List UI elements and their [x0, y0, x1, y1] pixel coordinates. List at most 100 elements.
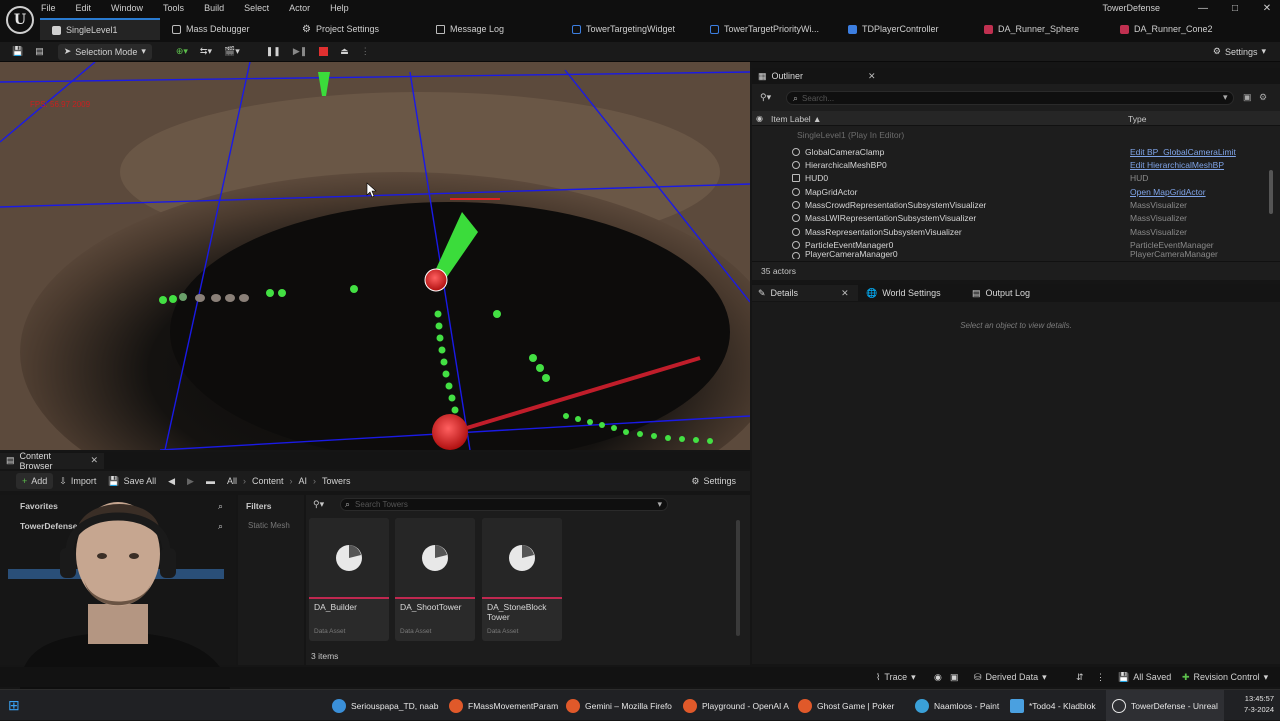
- database-icon: ⛁: [974, 671, 982, 682]
- step-icon[interactable]: ▶❚: [287, 44, 313, 60]
- menu-tools[interactable]: Tools: [160, 0, 187, 16]
- revision-control-button[interactable]: ✚ Revision Control ▾: [1176, 669, 1274, 685]
- outliner-root-row[interactable]: SingleLevel1 (Play In Editor): [752, 128, 1272, 141]
- menu-build[interactable]: Build: [201, 0, 227, 16]
- outliner-row[interactable]: HUD0 HUD: [752, 171, 1272, 184]
- taskbar-item[interactable]: *Todo4 - Kladblok: [1010, 690, 1096, 721]
- tab-da-runner-sphere[interactable]: DA_Runner_Sphere: [972, 18, 1108, 40]
- row-type-link[interactable]: Open MapGridActor: [1130, 187, 1206, 197]
- tab-tower-targeting-widget[interactable]: TowerTargetingWidget: [560, 18, 698, 40]
- level-viewport[interactable]: FPS: 56.97 2009: [0, 62, 750, 450]
- asset-scrollbar[interactable]: [736, 520, 740, 636]
- tab-td-player-controller[interactable]: TDPlayerController: [836, 18, 972, 40]
- asset-kind: Data Asset: [400, 628, 432, 635]
- menu-actor[interactable]: Actor: [286, 0, 313, 16]
- taskbar-item[interactable]: Ghost Game | Poker: [798, 690, 894, 721]
- taskbar-item[interactable]: Naamloos - Paint: [915, 690, 999, 721]
- menu-window[interactable]: Window: [108, 0, 146, 16]
- breadcrumb-towers[interactable]: Towers: [316, 473, 357, 489]
- add-actor-icon[interactable]: ⊕▾: [170, 44, 194, 60]
- asset-tile-da-shoottower[interactable]: DA_ShootTower Data Asset: [395, 518, 475, 641]
- trace-icon: ⌇: [876, 671, 881, 682]
- gear-icon[interactable]: ⚙: [1259, 92, 1267, 103]
- log-icon: [436, 24, 445, 34]
- stop-button[interactable]: [313, 44, 334, 60]
- outliner-row[interactable]: MassCrowdRepresentationSubsystemVisualiz…: [752, 198, 1272, 211]
- tab-singlelevel1[interactable]: SingleLevel1: [40, 18, 160, 40]
- outliner-row[interactable]: HierarchicalMeshBP0 Edit HierarchicalMesh…: [752, 158, 1272, 171]
- taskbar-item[interactable]: FMassMovementParam: [449, 690, 558, 721]
- close-icon[interactable]: ✕: [868, 71, 876, 82]
- outliner-row[interactable]: MassRepresentationSubsystemVisualizer Mas…: [752, 225, 1272, 238]
- row-type-link[interactable]: Edit HierarchicalMeshBP: [1130, 160, 1224, 170]
- asset-tile-da-builder[interactable]: DA_Builder Data Asset: [309, 518, 389, 641]
- more-options-icon[interactable]: ⋮: [355, 44, 376, 60]
- taskbar-item[interactable]: TowerDefense - Unreal: [1106, 690, 1224, 721]
- derived-data-button[interactable]: ⛁ Derived Data ▾: [968, 669, 1053, 685]
- breadcrumb-ai[interactable]: AI: [292, 473, 313, 489]
- tab-project-settings[interactable]: ⚙ Project Settings: [290, 18, 424, 40]
- tab-message-log[interactable]: Message Log: [424, 18, 560, 40]
- outliner-row[interactable]: GlobalCameraClamp Edit BP_GlobalCameraLim…: [752, 145, 1272, 158]
- trace-button[interactable]: ⌇ Trace ▾: [870, 669, 922, 685]
- menu-edit[interactable]: Edit: [73, 0, 95, 16]
- outliner-row[interactable]: MassLWIRepresentationSubsystemVisualizer…: [752, 211, 1272, 224]
- all-saved-button[interactable]: 💾 All Saved: [1112, 669, 1177, 685]
- chevron-down-icon[interactable]: ▾: [1223, 92, 1228, 103]
- cinematics-icon[interactable]: 🎬▾: [218, 44, 246, 60]
- asset-search-input[interactable]: ⌕ Search Towers ▾: [340, 498, 668, 511]
- filter-icon[interactable]: ⚲▾: [760, 92, 771, 103]
- close-icon[interactable]: ✕: [90, 455, 98, 466]
- save-icon[interactable]: 💾: [6, 44, 29, 60]
- eject-icon[interactable]: ⏏: [334, 44, 355, 60]
- unreal-logo-icon[interactable]: U: [6, 6, 34, 34]
- gear-icon: ⚙: [691, 475, 700, 486]
- tab-mass-debugger[interactable]: Mass Debugger: [160, 18, 290, 40]
- menu-help[interactable]: Help: [327, 0, 352, 16]
- tab-tower-target-priority[interactable]: TowerTargetPriorityWi...: [698, 18, 836, 40]
- static-mesh-filter[interactable]: Static Mesh: [248, 521, 290, 530]
- start-button[interactable]: ⊞: [8, 690, 20, 721]
- tab-details[interactable]: ✎ Details ✕: [752, 285, 858, 301]
- blueprint-dropdown-icon[interactable]: ⇆▾: [194, 44, 218, 60]
- content-browser-icon[interactable]: ▤: [29, 44, 50, 60]
- maximize-button[interactable]: □: [1228, 3, 1242, 14]
- hud-icon: [792, 173, 800, 182]
- search-icon: ⌕: [793, 92, 799, 103]
- more-options-icon[interactable]: ⋮: [1090, 669, 1111, 685]
- settings-button[interactable]: ⚙ Settings ▾: [1207, 44, 1272, 60]
- filter-icon[interactable]: ⚲▾: [313, 499, 324, 510]
- close-window-button[interactable]: ✕: [1260, 3, 1274, 14]
- tab-world-settings[interactable]: 🌐 World Settings: [860, 285, 966, 301]
- tab-output-log[interactable]: ▤ Output Log: [966, 285, 1066, 301]
- type-header[interactable]: Type: [1128, 114, 1146, 124]
- asset-tile-da-stoneblock-tower[interactable]: DA_StoneBlock Tower Data Asset: [482, 518, 562, 641]
- eye-icon[interactable]: ◉: [756, 114, 763, 123]
- tab-da-runner-cone2[interactable]: DA_Runner_Cone2: [1108, 18, 1238, 40]
- outliner-scrollbar[interactable]: [1269, 170, 1273, 214]
- outliner-row[interactable]: MapGridActor Open MapGridActor: [752, 185, 1272, 198]
- screenshot-icon[interactable]: ▣: [944, 669, 965, 685]
- selection-mode-dropdown[interactable]: ➤ Selection Mode ▾: [57, 43, 152, 60]
- outliner-title[interactable]: Outliner: [772, 71, 804, 81]
- outliner-search-input[interactable]: ⌕ Search...: [786, 91, 1234, 105]
- add-folder-icon[interactable]: ▣: [1243, 92, 1252, 103]
- taskbar-item[interactable]: Playground - OpenAI A: [683, 690, 789, 721]
- item-label-header[interactable]: Item Label ▲: [771, 114, 821, 124]
- system-clock[interactable]: 13:45:57 7-3-2024: [1244, 693, 1274, 715]
- menu-file[interactable]: File: [38, 0, 59, 16]
- row-type-link[interactable]: Edit BP_GlobalCameraLimit: [1130, 147, 1236, 157]
- outliner-row[interactable]: ParticleEventManager0 ParticleEventManage…: [752, 238, 1272, 251]
- close-icon[interactable]: ✕: [841, 288, 849, 299]
- outliner-row[interactable]: PlayerCameraManager0 PlayerCameraManager: [752, 251, 1272, 259]
- taskbar-item[interactable]: Seriouspapa_TD, naab: [332, 690, 438, 721]
- source-control-icon[interactable]: ⇵: [1070, 669, 1090, 685]
- cb-settings-button[interactable]: ⚙ Settings: [685, 473, 742, 489]
- minimize-button[interactable]: —: [1196, 3, 1210, 14]
- pause-button[interactable]: ❚❚: [260, 44, 287, 60]
- menu-select[interactable]: Select: [241, 0, 272, 16]
- breadcrumb-content[interactable]: Content: [246, 473, 290, 489]
- taskbar-item[interactable]: Gemini – Mozilla Firefo: [566, 690, 672, 721]
- tab-content-browser[interactable]: ▤ Content Browser ✕: [0, 451, 104, 471]
- gear-icon: ⚙: [302, 23, 311, 35]
